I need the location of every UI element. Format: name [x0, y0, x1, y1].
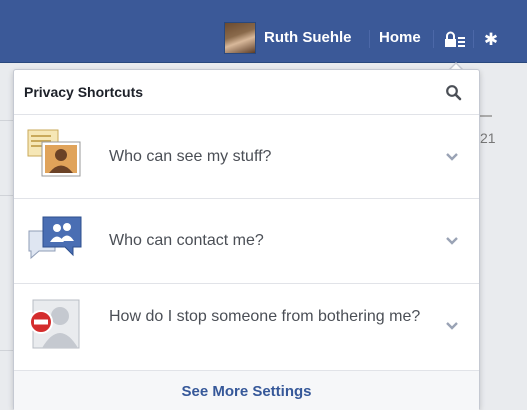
privacy-shortcuts-lock-icon: [445, 31, 465, 47]
block-person-icon: [29, 299, 80, 349]
privacy-item-label: How do I stop someone from bothering me?: [109, 308, 421, 325]
privacy-item-label: Who can see my stuff?: [109, 148, 272, 165]
privacy-item-stop-bothering[interactable]: How do I stop someone from bothering me?: [14, 284, 479, 370]
avatar[interactable]: [224, 22, 256, 54]
divider: [369, 30, 370, 48]
privacy-shortcuts-panel: Privacy Shortcuts Who can see my stuff?: [13, 69, 480, 410]
chevron-down-icon[interactable]: [445, 321, 459, 331]
chevron-down-icon[interactable]: [445, 152, 459, 162]
divider: [433, 30, 434, 48]
see-more-settings-link[interactable]: See More Settings: [14, 383, 479, 400]
privacy-item-see-my-stuff[interactable]: Who can see my stuff?: [14, 115, 479, 198]
search-icon[interactable]: [445, 84, 463, 102]
background-divider: [0, 350, 13, 351]
panel-footer: See More Settings: [14, 370, 479, 410]
background-divider: [0, 120, 13, 121]
background-divider: [0, 195, 13, 196]
settings-button[interactable]: ✱: [479, 28, 503, 52]
home-link[interactable]: Home: [379, 29, 421, 46]
divider: [473, 30, 474, 48]
profile-name-link[interactable]: Ruth Suehle: [264, 29, 352, 46]
gear-icon: ✱: [483, 30, 499, 50]
privacy-shortcuts-button[interactable]: [440, 28, 470, 52]
chevron-down-icon[interactable]: [445, 236, 459, 246]
privacy-item-label: Who can contact me?: [109, 232, 264, 249]
chat-people-icon: [28, 216, 82, 260]
download-icon: [480, 103, 492, 117]
panel-title: Privacy Shortcuts: [24, 84, 144, 100]
background-number: 21: [480, 130, 496, 146]
top-navigation-bar: Ruth Suehle Home ✱: [0, 0, 527, 63]
photo-profile-icon: [27, 129, 81, 177]
privacy-item-contact-me[interactable]: Who can contact me?: [14, 199, 479, 283]
